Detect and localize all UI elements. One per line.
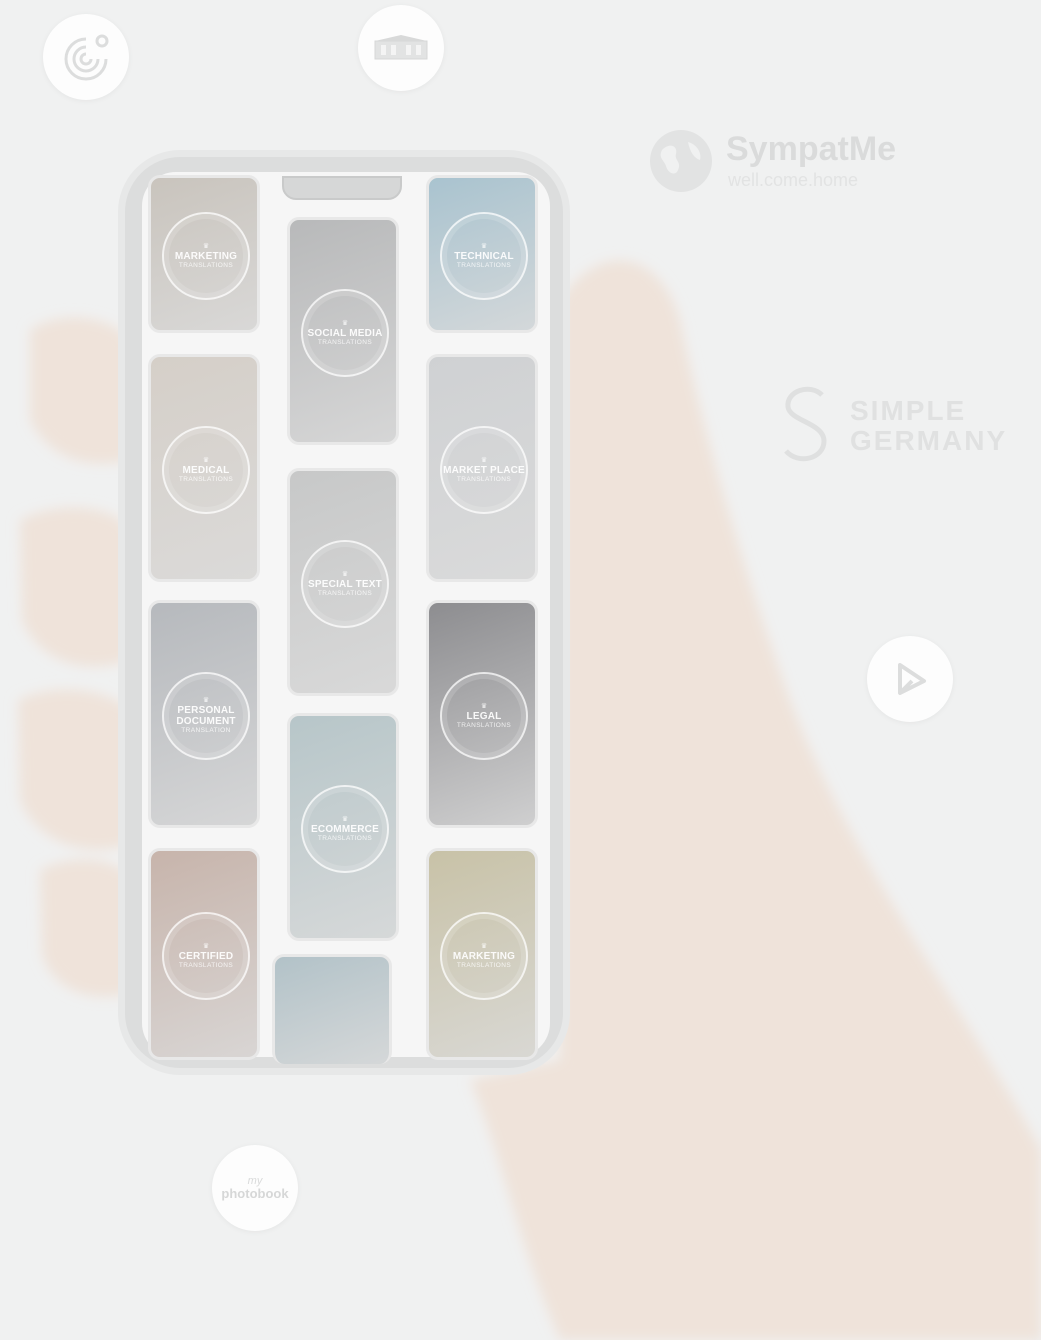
translation-card[interactable]: ♛ MARKETING TRANSLATIONS — [148, 175, 260, 333]
card-subtitle: TRANSLATIONS — [317, 589, 373, 597]
myphotobook-logo-line2: photobook — [221, 1186, 289, 1201]
translation-badge: ♛ TECHNICAL TRANSLATIONS — [440, 212, 528, 300]
globe-icon — [650, 130, 712, 192]
crown-icon: ♛ — [202, 242, 210, 250]
translation-card[interactable]: ♛ MEDICAL TRANSLATIONS — [148, 354, 260, 582]
translation-card[interactable]: ♛ MARKET PLACE TRANSLATIONS — [426, 354, 538, 582]
card-title: MARKET PLACE — [443, 464, 525, 476]
translation-badge: ♛ MARKETING TRANSLATIONS — [162, 212, 250, 300]
sympatme-logo: SympatMe well.come.home — [648, 128, 908, 198]
crown-icon: ♛ — [341, 570, 349, 578]
translation-badge: ♛ LEGAL TRANSLATIONS — [440, 672, 528, 760]
simple-germany-logo: SIMPLE GERMANY — [780, 385, 1020, 465]
crown-icon: ♛ — [341, 815, 349, 823]
goethe-logo-icon — [64, 34, 109, 81]
card-title: MARKETING — [452, 950, 516, 962]
translation-card[interactable]: ♛ CERTIFIED TRANSLATIONS — [148, 848, 260, 1060]
card-title: TECHNICAL — [454, 250, 514, 262]
translation-badge: ♛ SPECIAL TEXT TRANSLATIONS — [301, 540, 389, 628]
s-logo-icon — [784, 386, 827, 462]
simple-germany-line2: GERMANY — [850, 425, 1008, 456]
crown-icon: ♛ — [341, 319, 349, 327]
card-subtitle: TRANSLATIONS — [178, 961, 234, 969]
crown-icon: ♛ — [202, 942, 210, 950]
translation-badge: ♛ SOCIAL MEDIA TRANSLATIONS — [301, 289, 389, 377]
card-title: PERSONAL DOCUMENT — [176, 705, 236, 727]
simple-germany-line1: SIMPLE — [850, 395, 967, 426]
translation-card[interactable]: ♛ MARKETING TRANSLATIONS — [426, 848, 538, 1060]
goethe-logo-circle — [43, 14, 129, 100]
translation-card[interactable]: ♛ LEGAL TRANSLATIONS — [426, 600, 538, 828]
translation-card[interactable] — [272, 954, 392, 1064]
card-subtitle: TRANSLATION — [181, 727, 231, 734]
myphotobook-logo-circle: my photobook — [212, 1145, 298, 1231]
phone-notch — [282, 176, 402, 200]
building-logo-circle — [358, 5, 444, 91]
sympatme-tagline: well.come.home — [728, 170, 859, 190]
crown-icon: ♛ — [480, 456, 488, 464]
card-subtitle: TRANSLATIONS — [456, 261, 512, 269]
translation-card[interactable]: ♛ SOCIAL MEDIA TRANSLATIONS — [287, 217, 399, 445]
crown-icon: ♛ — [202, 456, 210, 464]
card-subtitle: TRANSLATIONS — [456, 475, 512, 483]
card-subtitle: TRANSLATIONS — [317, 338, 373, 346]
card-title: SOCIAL MEDIA — [307, 327, 383, 339]
play-logo-icon — [898, 663, 926, 695]
translation-badge: ♛ MEDICAL TRANSLATIONS — [162, 426, 250, 514]
translation-badge: ♛ PERSONAL DOCUMENT TRANSLATION — [162, 672, 250, 760]
card-subtitle: TRANSLATIONS — [178, 475, 234, 483]
card-title: LEGAL — [466, 710, 502, 722]
card-subtitle: TRANSLATIONS — [317, 834, 373, 842]
translation-badge: ♛ MARKETING TRANSLATIONS — [440, 912, 528, 1000]
translation-card[interactable]: ♛ TECHNICAL TRANSLATIONS — [426, 175, 538, 333]
translation-card[interactable]: ♛ SPECIAL TEXT TRANSLATIONS — [287, 468, 399, 696]
translation-card[interactable]: ♛ PERSONAL DOCUMENT TRANSLATION — [148, 600, 260, 828]
sympatme-name: SympatMe — [726, 130, 897, 168]
card-title: SPECIAL TEXT — [308, 578, 382, 590]
card-subtitle: TRANSLATIONS — [456, 961, 512, 969]
crown-icon: ♛ — [480, 942, 488, 950]
crown-icon: ♛ — [480, 242, 488, 250]
card-subtitle: TRANSLATIONS — [178, 261, 234, 269]
building-logo-icon — [374, 35, 428, 60]
translation-badge: ♛ ECOMMERCE TRANSLATIONS — [301, 785, 389, 873]
card-title: MARKETING — [174, 250, 238, 262]
card-title: ECOMMERCE — [311, 823, 379, 835]
play-logo-circle — [867, 636, 953, 722]
card-title: MEDICAL — [182, 464, 230, 476]
card-subtitle: TRANSLATIONS — [456, 721, 512, 729]
crown-icon: ♛ — [480, 702, 488, 710]
translation-badge: ♛ CERTIFIED TRANSLATIONS — [162, 912, 250, 1000]
translation-card[interactable]: ♛ ECOMMERCE TRANSLATIONS — [287, 713, 399, 941]
card-title: CERTIFIED — [178, 950, 234, 962]
translation-badge: ♛ MARKET PLACE TRANSLATIONS — [440, 426, 528, 514]
crown-icon: ♛ — [202, 697, 210, 704]
